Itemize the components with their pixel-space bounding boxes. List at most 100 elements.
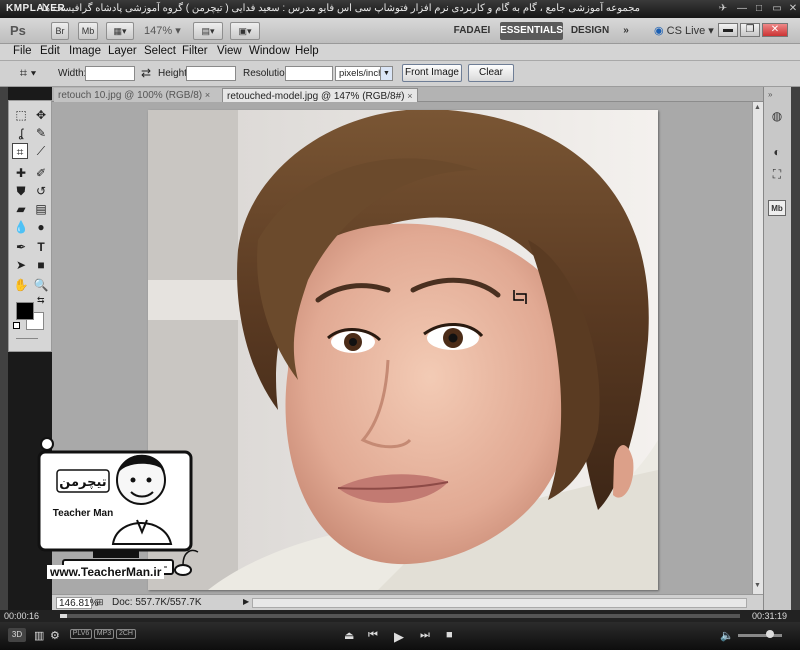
- brush-icon[interactable]: ✐: [33, 165, 49, 181]
- move-tool-icon[interactable]: ✥: [33, 107, 49, 123]
- bridge-button[interactable]: Br: [51, 22, 69, 40]
- teacherman-watermark: تیچرمن Teacher Man: [33, 432, 205, 586]
- next-icon[interactable]: ⏭: [420, 629, 430, 642]
- fullscreen-icon[interactable]: ▭: [770, 3, 784, 15]
- volume-knob[interactable]: [766, 630, 774, 638]
- scroll-up-icon[interactable]: ▲: [754, 104, 761, 111]
- clear-button[interactable]: Clear: [468, 64, 514, 82]
- rectangular-marquee-icon[interactable]: ⬚: [13, 107, 29, 123]
- pen-icon[interactable]: ✒: [13, 239, 29, 255]
- workspace-fadaei[interactable]: FADAEI: [448, 22, 496, 40]
- vertical-scrollbar[interactable]: ▲ ▼: [752, 102, 763, 594]
- resolution-units-select[interactable]: pixels/inch ▼: [335, 66, 393, 81]
- width-label: Width:: [58, 68, 87, 79]
- history-brush-icon[interactable]: ↺: [33, 183, 49, 199]
- arrange-documents-dropdown[interactable]: ▤▾: [193, 22, 223, 40]
- crop-tool-icon[interactable]: ⌗: [12, 143, 28, 159]
- foreground-color-swatch[interactable]: [16, 302, 34, 320]
- window-minimize-icon[interactable]: ▬: [718, 23, 738, 37]
- scroll-down-icon[interactable]: ▼: [754, 582, 761, 589]
- blur-icon[interactable]: 💧: [13, 219, 29, 235]
- zoom-tool-icon[interactable]: 🔍: [33, 277, 49, 293]
- type-tool-icon[interactable]: T: [33, 239, 49, 255]
- seek-progress: [60, 614, 67, 618]
- workspace-essentials[interactable]: ESSENTIALS: [500, 22, 563, 40]
- workspace-design[interactable]: DESIGN: [568, 22, 612, 40]
- teacherman-brand-persian: تیچرمن: [59, 475, 106, 490]
- tab-retouch-10[interactable]: retouch 10.jpg @ 100% (RGB/8) ×: [54, 88, 222, 102]
- tab-close-icon[interactable]: ×: [205, 90, 210, 100]
- eject-icon[interactable]: ⏏: [344, 629, 354, 642]
- 3d-mode-button[interactable]: 3D: [8, 628, 26, 642]
- quick-selection-icon[interactable]: ✎: [33, 125, 49, 141]
- extras-dropdown[interactable]: ▦▾: [106, 22, 134, 40]
- settings-gear-icon[interactable]: ⚙: [50, 629, 60, 642]
- default-colors-icon[interactable]: [13, 322, 20, 329]
- play-icon[interactable]: ▶: [394, 629, 404, 645]
- adjustments-panel-icon[interactable]: ◐: [768, 144, 786, 160]
- zoom-level-dropdown[interactable]: 147% ▾: [144, 24, 181, 37]
- healing-brush-icon[interactable]: ✚: [13, 165, 29, 181]
- previous-icon[interactable]: ⏮: [368, 629, 378, 642]
- close-icon[interactable]: ✕: [786, 3, 800, 15]
- total-time: 00:31:19: [752, 611, 788, 621]
- zoom-percentage-field[interactable]: 146.81%: [56, 597, 98, 609]
- audio-channels-badge: 2CH: [116, 629, 136, 639]
- masks-panel-icon[interactable]: ⛶: [768, 166, 786, 182]
- front-image-button[interactable]: Front Image: [402, 64, 462, 82]
- eraser-icon[interactable]: ▰: [13, 201, 29, 217]
- tab-close-icon[interactable]: ×: [407, 91, 412, 101]
- path-selection-icon[interactable]: ➤: [13, 257, 29, 273]
- collapse-panels-icon[interactable]: »: [768, 90, 772, 99]
- document-image[interactable]: [148, 110, 658, 590]
- width-input[interactable]: [85, 66, 135, 81]
- menu-view[interactable]: View: [217, 45, 242, 57]
- menu-file[interactable]: File: [13, 45, 32, 57]
- video-caption: مجموعه آموزشی جامع ، گام به گام و کاربرد…: [41, 3, 640, 14]
- menu-image[interactable]: Image: [69, 45, 101, 57]
- teacherman-logo: تیچرمن Teacher Man: [37, 437, 199, 576]
- lasso-icon[interactable]: ʆ: [13, 125, 29, 141]
- cs-live-menu[interactable]: ◉ CS Live ▾: [654, 24, 714, 37]
- video-codec-badge: PLV6: [70, 629, 92, 639]
- maximize-icon[interactable]: □: [752, 3, 766, 15]
- mini-bridge-button[interactable]: Mb: [78, 22, 98, 40]
- portrait-photo: [148, 110, 658, 590]
- dodge-icon[interactable]: ●: [33, 219, 49, 235]
- stop-icon[interactable]: ■: [446, 629, 453, 641]
- resolution-input[interactable]: [285, 66, 333, 81]
- gradient-icon[interactable]: ▤: [33, 201, 49, 217]
- window-close-icon[interactable]: ✕: [762, 23, 788, 37]
- hand-tool-icon[interactable]: ✋: [13, 277, 29, 293]
- window-restore-icon[interactable]: ❐: [740, 23, 760, 37]
- menu-help[interactable]: Help: [295, 45, 319, 57]
- photoshop-logo: Ps: [10, 23, 26, 38]
- rectangle-shape-icon[interactable]: ■: [33, 257, 49, 273]
- tab-retouched-model[interactable]: retouched-model.jpg @ 147% (RGB/8#) ×: [222, 88, 418, 102]
- screen-mode-dropdown[interactable]: ▣▾: [230, 22, 260, 40]
- horizontal-scrollbar[interactable]: [252, 598, 747, 608]
- playlist-icon[interactable]: ▥: [34, 629, 44, 642]
- pin-icon[interactable]: ✈: [716, 3, 730, 15]
- status-menu-arrow-icon[interactable]: ▶: [243, 597, 249, 606]
- swap-dimensions-icon[interactable]: ⇄: [141, 66, 151, 80]
- color-panel-icon[interactable]: ◍: [768, 108, 786, 124]
- seek-slider[interactable]: [60, 614, 740, 618]
- minimize-icon[interactable]: —: [735, 3, 749, 15]
- menu-filter[interactable]: Filter: [182, 45, 208, 57]
- clone-stamp-icon[interactable]: ⛊: [13, 183, 29, 199]
- volume-icon[interactable]: 🔈: [720, 629, 734, 642]
- more-workspaces-button[interactable]: »: [616, 22, 636, 40]
- swap-colors-icon[interactable]: ⇆: [37, 295, 45, 306]
- menu-select[interactable]: Select: [144, 45, 176, 57]
- menu-window[interactable]: Window: [249, 45, 290, 57]
- menu-layer[interactable]: Layer: [108, 45, 137, 57]
- height-input[interactable]: [186, 66, 236, 81]
- menu-edit[interactable]: Edit: [40, 45, 60, 57]
- tool-preset-picker[interactable]: ⌗ ▾: [8, 64, 48, 82]
- mini-bridge-panel-icon[interactable]: Mb: [768, 200, 786, 216]
- volume-slider[interactable]: [738, 634, 782, 637]
- status-info-icon[interactable]: ⊞: [96, 597, 104, 608]
- current-time: 00:00:16: [4, 611, 40, 621]
- eyedropper-icon[interactable]: ⟋: [33, 143, 49, 159]
